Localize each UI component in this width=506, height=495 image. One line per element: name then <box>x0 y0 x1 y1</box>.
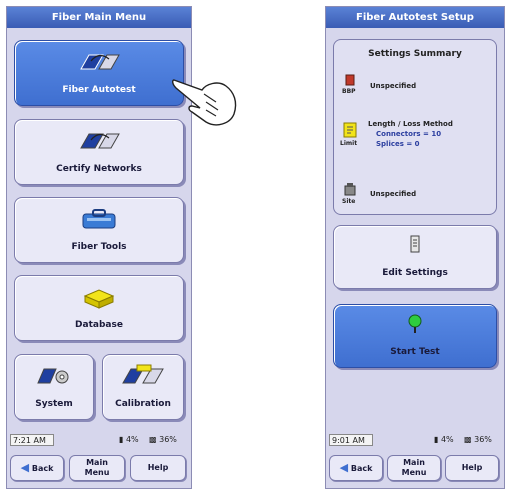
back-button[interactable]: ◀ Back <box>10 455 64 481</box>
main-menu-label: Main Menu <box>401 458 427 477</box>
system-icon <box>37 368 69 384</box>
battery-2: ▩ 36% <box>149 435 177 444</box>
status-bar: 7:21 AM ▮ 4% ▩ 36% <box>7 432 191 450</box>
database-button[interactable]: Database <box>14 275 184 341</box>
back-label: Back <box>31 464 54 473</box>
edit-settings-button[interactable]: Edit Settings <box>333 225 497 289</box>
back-arrow-icon: ◀ <box>20 461 30 474</box>
battery-1-value: 4% <box>125 435 139 444</box>
certify-networks-icon <box>80 133 120 149</box>
button-label: Certify Networks <box>56 164 142 174</box>
page-title: Fiber Autotest Setup <box>326 7 504 28</box>
toolbox-icon <box>82 209 116 229</box>
database-icon <box>83 289 115 309</box>
help-label: Help <box>461 463 483 472</box>
battery-2-value: 36% <box>474 435 492 444</box>
button-label: Start Test <box>390 347 440 357</box>
clock: 7:21 AM <box>10 434 54 446</box>
settings-summary: Settings Summary BBP Unspecified Limit L… <box>333 39 497 215</box>
clock-time: 7:21 AM <box>13 436 46 445</box>
battery-1: ▮ 4% <box>434 435 454 444</box>
status-bar: 9:01 AM ▮ 4% ▩ 36% <box>326 432 504 450</box>
start-test-button[interactable]: Start Test <box>333 304 497 368</box>
calibration-button[interactable]: Calibration <box>102 354 184 420</box>
battery-1-value: 4% <box>440 435 454 444</box>
button-label: Calibration <box>115 399 171 409</box>
right-panel: Fiber Autotest Setup Settings Summary BB… <box>325 6 505 489</box>
battery-2: ▩ 36% <box>464 435 492 444</box>
calibration-icon <box>122 364 164 384</box>
site-icon-label: Site <box>342 198 356 205</box>
limit-icon <box>343 122 357 138</box>
back-label: Back <box>350 464 373 473</box>
main-menu-label: Main Menu <box>84 458 110 477</box>
button-label: Edit Settings <box>382 268 448 278</box>
bbp-icon <box>345 74 355 86</box>
back-arrow-icon: ◀ <box>339 461 349 474</box>
site-icon <box>344 183 356 196</box>
fiber-tools-button[interactable]: Fiber Tools <box>14 197 184 263</box>
left-panel: Fiber Main Menu Fiber Autotest Certify N… <box>6 6 192 489</box>
summary-item-1: Unspecified <box>370 82 417 90</box>
summary-title: Settings Summary <box>368 49 462 59</box>
main-menu-button[interactable]: Main Menu <box>69 455 125 481</box>
battery-2-value: 36% <box>159 435 177 444</box>
edit-settings-icon <box>410 235 420 253</box>
summary-item-2-line1: Length / Loss Method <box>368 120 453 128</box>
help-label: Help <box>147 463 169 472</box>
summary-item-3: Unspecified <box>370 190 417 198</box>
battery-1: ▮ 4% <box>119 435 139 444</box>
main-menu-button[interactable]: Main Menu <box>387 455 441 481</box>
button-label: Database <box>75 320 123 330</box>
back-button[interactable]: ◀ Back <box>329 455 383 481</box>
help-button[interactable]: Help <box>130 455 186 481</box>
start-test-icon <box>408 314 422 333</box>
button-label: System <box>35 399 73 409</box>
fiber-autotest-icon <box>80 54 120 70</box>
fiber-autotest-button[interactable]: Fiber Autotest <box>14 40 184 106</box>
button-label: Fiber Autotest <box>62 85 136 95</box>
button-label: Fiber Tools <box>71 242 127 252</box>
pointing-hand-icon <box>172 79 237 126</box>
help-button[interactable]: Help <box>445 455 499 481</box>
system-button[interactable]: System <box>14 354 94 420</box>
bbp-icon-label: BBP <box>342 88 356 95</box>
page-title: Fiber Main Menu <box>7 7 191 28</box>
limit-icon-label: Limit <box>340 140 358 147</box>
summary-item-2-line2: Connectors = 10 <box>376 130 442 138</box>
certify-networks-button[interactable]: Certify Networks <box>14 119 184 185</box>
clock-time: 9:01 AM <box>332 436 365 445</box>
summary-item-2-line3: Splices = 0 <box>376 140 420 148</box>
clock: 9:01 AM <box>329 434 373 446</box>
